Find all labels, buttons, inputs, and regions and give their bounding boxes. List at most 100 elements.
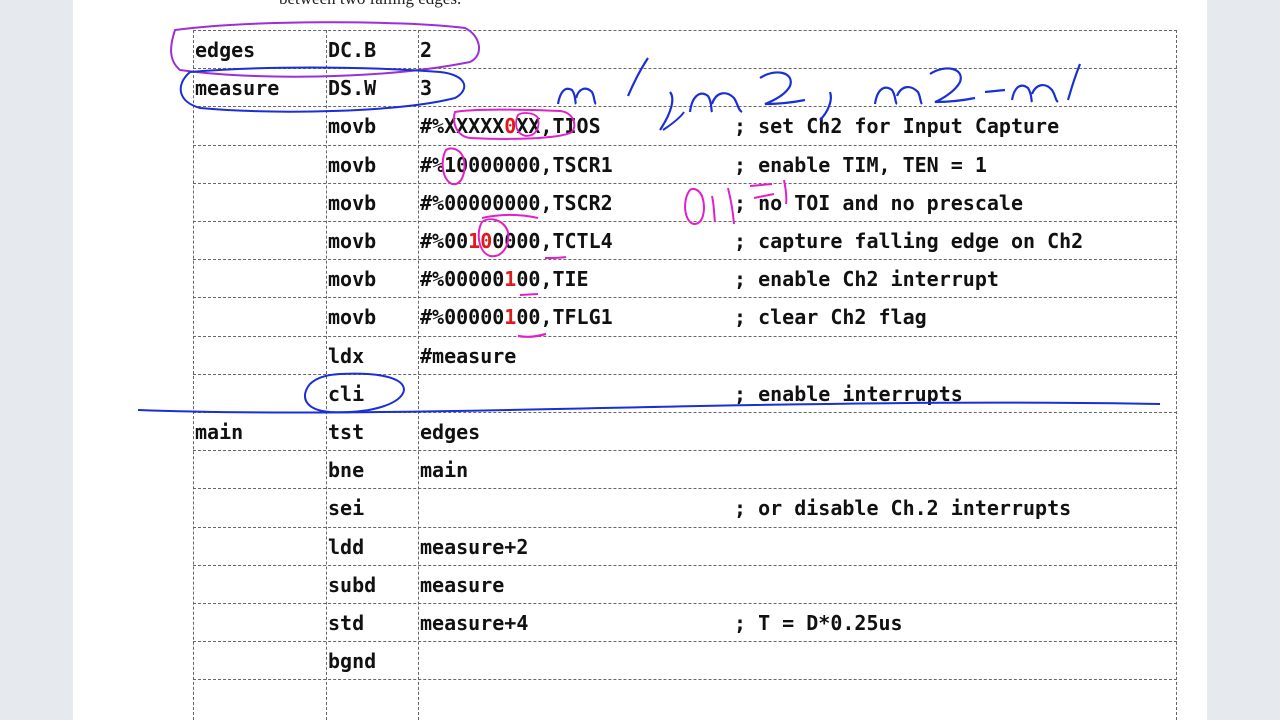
row-comment — [734, 642, 1174, 680]
row-label — [195, 528, 325, 566]
row-label: measure — [195, 76, 280, 101]
row-opcode: movb — [328, 305, 377, 330]
row-operand: #%10000000,TSCR1 — [420, 146, 730, 184]
row-opcode: movb — [328, 190, 377, 215]
row-opcode: std — [328, 611, 365, 635]
row-opcode: tst — [328, 420, 365, 444]
row-comment: ; set Ch2 for Input Capture — [734, 114, 1060, 139]
row-opcode: movb — [328, 229, 377, 253]
operand-segment: measure — [420, 572, 505, 597]
row-operand: #%00100000,TCTL4 — [420, 222, 730, 260]
row-operand: #%00000100,TFLG1 — [420, 298, 730, 336]
code-row: ldx #measure — [193, 335, 1177, 375]
row-opcode: ldx — [328, 343, 365, 368]
row-opcode: DS.W — [328, 76, 377, 101]
code-row: bgnd — [193, 641, 1177, 679]
row-comment — [734, 528, 1174, 566]
row-label: edges — [195, 38, 256, 62]
row-opcode: movb — [328, 152, 377, 177]
row-operand: measure — [420, 566, 730, 604]
row-opcode: bgnd — [328, 649, 377, 674]
row-comment — [734, 69, 1174, 107]
code-row: movb #%00100000,TCTL4; capture falling ed… — [193, 221, 1177, 259]
code-row: ldd measure+2 — [193, 526, 1177, 566]
row-label — [195, 222, 325, 260]
row-comment — [734, 566, 1174, 604]
code-row: movb #%00000100,TIE; enable Ch2 interrupt — [193, 259, 1177, 297]
row-opcode: sei — [328, 496, 365, 521]
row-operand: #%00000000,TSCR2 — [420, 184, 730, 222]
row-label — [195, 298, 325, 336]
row-label — [195, 184, 325, 222]
code-row: measure DS.W 3 — [193, 68, 1177, 106]
operand-segment: main — [420, 458, 469, 483]
operand-segment: measure+4 — [420, 611, 529, 635]
code-row: movb #%XXXXX0XX,TIOS; set Ch2 for Input C… — [193, 106, 1177, 144]
operand-segment: measure+2 — [420, 534, 529, 559]
code-row: sei ; or disable Ch.2 interrupts — [193, 488, 1177, 526]
row-operand: measure+2 — [420, 528, 730, 566]
caption-text: between two falling edges. — [279, 0, 461, 9]
row-label: main — [195, 420, 244, 444]
row-opcode: bne — [328, 458, 365, 483]
row-operand: main — [420, 451, 730, 489]
row-comment: ; capture falling edge on Ch2 — [734, 229, 1084, 253]
row-comment: ; or disable Ch.2 interrupts — [734, 496, 1072, 521]
row-operand: #%00000100,TIE — [420, 260, 730, 298]
row-operand: 2 — [420, 31, 730, 69]
row-comment: ; enable TIM, TEN = 1 — [734, 152, 987, 177]
row-opcode: ldd — [328, 534, 365, 559]
code-row: subd measure — [193, 564, 1177, 604]
row-label — [195, 337, 325, 375]
row-label — [195, 451, 325, 489]
operand-segment: #%00 — [420, 229, 469, 253]
row-operand: measure+4 — [420, 604, 730, 642]
row-opcode: cli — [328, 381, 365, 406]
operand-segment: 10 — [468, 229, 493, 253]
operand-segment: #%XXXXX — [420, 114, 505, 139]
operand-segment: XX,TIOS — [516, 114, 601, 139]
code-row: movb #%00000000,TSCR2 ; no TOI and no pres… — [193, 182, 1177, 222]
code-row: std measure+4 ; T = D*0.25us — [193, 603, 1177, 641]
operand-segment: 1 — [504, 267, 517, 292]
row-comment: ; clear Ch2 flag — [734, 305, 927, 330]
operand-segment: 0000,TCTL4 — [492, 229, 613, 253]
operand-segment: #%10000000,TSCR1 — [420, 152, 613, 177]
operand-segment: 00,TFLG1 — [516, 305, 613, 330]
row-operand: 3 — [420, 69, 730, 107]
row-operand — [420, 375, 730, 413]
row-operand: edges — [420, 413, 730, 451]
row-operand — [420, 680, 730, 718]
row-comment — [734, 451, 1174, 489]
operand-segment: #%00000 — [420, 305, 505, 330]
row-operand — [420, 489, 730, 527]
row-label — [195, 107, 325, 145]
code-row — [193, 679, 1177, 717]
code-row: edges DC.B 2 — [193, 30, 1177, 68]
row-comment — [734, 413, 1174, 451]
row-label — [195, 680, 325, 718]
row-comment — [734, 31, 1174, 69]
row-label — [195, 375, 325, 413]
row-opcode: movb — [328, 114, 377, 139]
row-comment: ; T = D*0.25us — [734, 611, 903, 635]
operand-segment: #%00000 — [420, 267, 505, 292]
code-row: cli ; enable interrupts — [193, 373, 1177, 413]
row-operand: #%XXXXX0XX,TIOS — [420, 107, 730, 145]
row-opcode: movb — [328, 267, 377, 292]
code-table: edges DC.B 2 measure DS.W 3 movb #%XXXXX0XX,TIO… — [193, 30, 1177, 720]
operand-segment: edges — [420, 420, 481, 444]
code-row: movb #%10000000,TSCR1 ; enable TIM, TEN = … — [193, 144, 1177, 184]
row-comment — [734, 337, 1174, 375]
row-operand — [420, 642, 730, 680]
row-label — [195, 642, 325, 680]
row-operand: #measure — [420, 337, 730, 375]
code-row: bne main — [193, 450, 1177, 488]
row-label — [195, 566, 325, 604]
operand-segment: 2 — [420, 38, 433, 62]
row-comment: ; enable interrupts — [734, 381, 963, 406]
row-label — [195, 604, 325, 642]
row-comment: ; no TOI and no prescale — [734, 190, 1023, 215]
row-label — [195, 489, 325, 527]
operand-segment: 0 — [504, 114, 517, 139]
